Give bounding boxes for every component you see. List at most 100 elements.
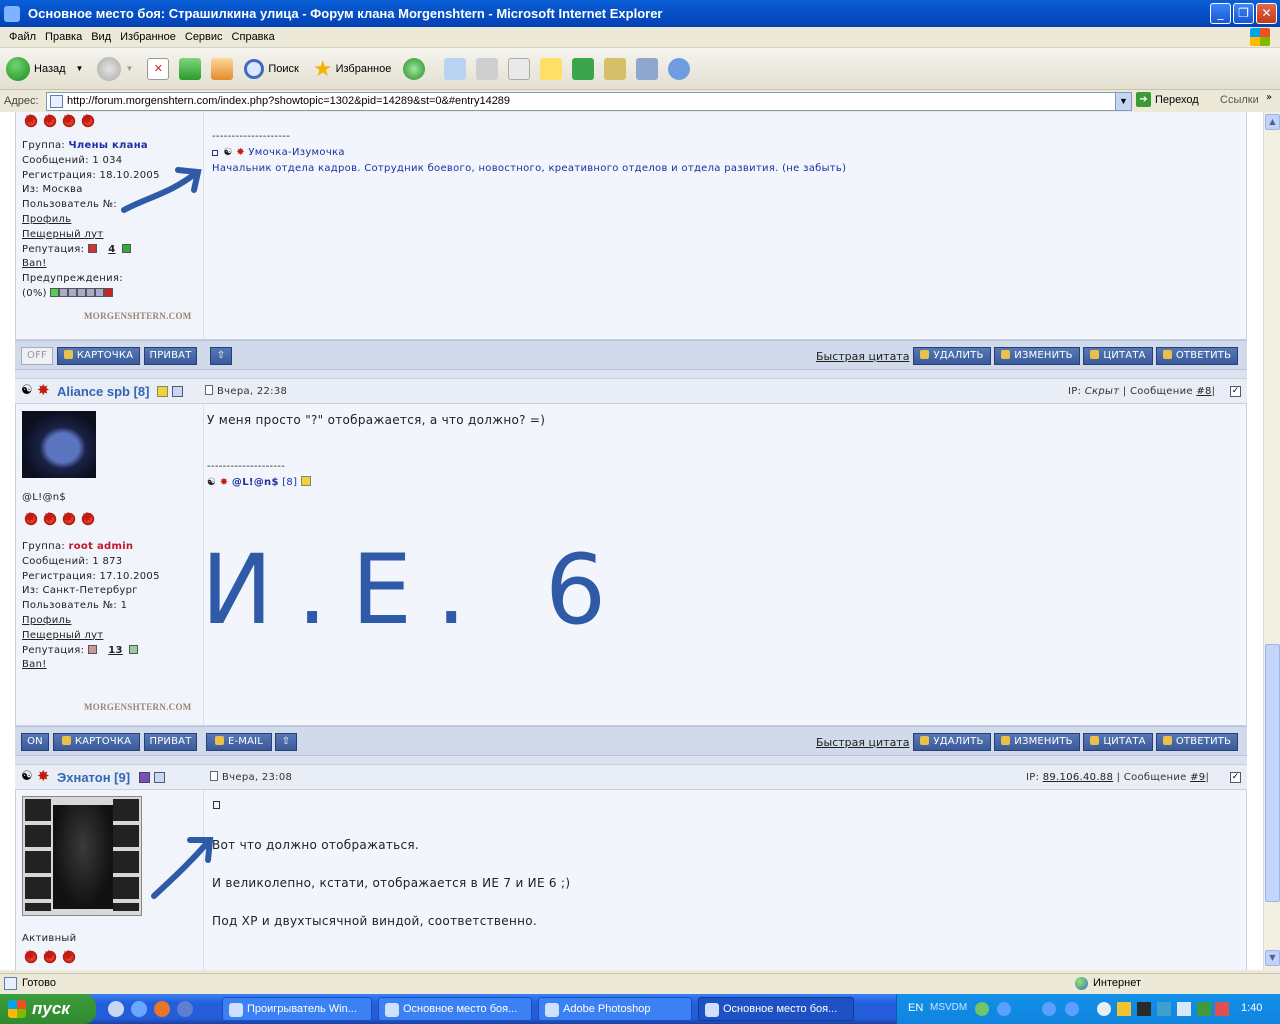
ban-link[interactable]: Ban! — [22, 659, 47, 670]
window-title: Основное место боя: Страшилкина улица - … — [28, 6, 663, 21]
media-icon[interactable] — [177, 1001, 193, 1017]
vertical-scrollbar[interactable]: ▲ ▼ — [1263, 112, 1280, 970]
rep-minus-icon[interactable] — [87, 243, 97, 253]
address-dropdown[interactable]: ▼ — [1115, 93, 1131, 110]
maximize-button[interactable]: ❐ — [1233, 3, 1254, 24]
close-button[interactable]: ✕ — [1256, 3, 1277, 24]
select-checkbox[interactable]: ✓ — [1230, 386, 1241, 397]
menu-favorites[interactable]: Избранное — [120, 31, 176, 43]
task-media-player[interactable]: Проигрыватель Win... — [222, 997, 372, 1021]
message-number-link[interactable]: #8 — [1196, 386, 1211, 397]
quick-quote-link[interactable]: Быстрая цитата — [816, 350, 909, 363]
yin-yang-icon: ☯ — [223, 147, 233, 158]
forward-button[interactable]: ▼ — [97, 56, 133, 81]
ip-link[interactable]: 89.106.40.88 — [1043, 772, 1113, 783]
info-icon[interactable] — [157, 386, 168, 397]
back-button[interactable]: Назад ▼ — [6, 56, 83, 81]
go-button[interactable]: ➔ Переход — [1136, 92, 1199, 107]
email-button[interactable]: E-MAIL — [206, 733, 272, 751]
menu-help[interactable]: Справка — [232, 31, 275, 43]
globe-icon — [1075, 977, 1088, 990]
tray-icon-8[interactable] — [1157, 1002, 1171, 1016]
tray-icon-5[interactable] — [1097, 1002, 1111, 1016]
task-ie-active[interactable]: Основное место боя... — [698, 997, 854, 1021]
system-tray: EN MSVDM 1:40 — [896, 994, 1280, 1024]
research-icon[interactable] — [636, 57, 659, 80]
search-button[interactable]: Поиск — [244, 58, 299, 79]
forum-post-1: Группа: Члены клана Сообщений: 1 034 Рег… — [15, 112, 1247, 340]
profile-link[interactable]: Профиль — [22, 615, 71, 626]
messenger-icon[interactable] — [572, 57, 595, 80]
ie-quicklaunch-icon[interactable] — [131, 1001, 147, 1017]
info-icon[interactable] — [139, 772, 150, 783]
history-icon[interactable] — [403, 57, 426, 80]
firefox-icon[interactable] — [154, 1001, 170, 1017]
message-number-link[interactable]: #9 — [1190, 772, 1205, 783]
refresh-icon[interactable] — [179, 57, 202, 80]
print-icon[interactable] — [476, 57, 499, 80]
post-author-name[interactable]: Aliance spb [8] — [57, 384, 149, 399]
quote-button[interactable]: ЦИТАТА — [1083, 733, 1153, 751]
delete-button[interactable]: УДАЛИТЬ — [913, 347, 991, 365]
scroll-up-button[interactable]: ⇧ — [275, 733, 297, 751]
task-firefox[interactable]: Основное место боя... — [378, 997, 532, 1021]
menu-edit[interactable]: Правка — [45, 31, 82, 43]
scrollbar-thumb[interactable] — [1265, 644, 1280, 902]
edit-icon[interactable] — [508, 57, 531, 80]
delete-button[interactable]: УДАЛИТЬ — [913, 733, 991, 751]
minimize-button[interactable]: _ — [1210, 3, 1231, 24]
reply-button[interactable]: ОТВЕТИТЬ — [1156, 347, 1238, 365]
tray-icon-9[interactable] — [1177, 1002, 1191, 1016]
clock[interactable]: 1:40 — [1241, 1002, 1262, 1014]
scroll-up-button[interactable]: ⇧ — [210, 347, 232, 365]
rep-minus-icon[interactable] — [87, 644, 97, 654]
profile-link[interactable]: Профиль — [22, 214, 71, 225]
card-button[interactable]: КАРТОЧКА — [57, 347, 140, 365]
rep-plus-icon[interactable] — [121, 243, 131, 253]
tray-icon-3[interactable] — [1042, 1002, 1056, 1016]
user-icon[interactable] — [172, 386, 183, 397]
links-toolbar[interactable]: Ссылки — [1220, 94, 1259, 106]
quote-button[interactable]: ЦИТАТА — [1083, 347, 1153, 365]
tray-icon-4[interactable] — [1065, 1002, 1079, 1016]
tray-icon-2[interactable] — [997, 1002, 1011, 1016]
ban-link[interactable]: Ban! — [22, 258, 47, 269]
select-checkbox[interactable]: ✓ — [1230, 772, 1241, 783]
tray-icon-6[interactable] — [1117, 1002, 1131, 1016]
scroll-down-arrow[interactable]: ▼ — [1265, 950, 1280, 966]
language-indicator[interactable]: EN — [908, 1002, 923, 1014]
private-message-button[interactable]: ПРИВАТ — [144, 733, 197, 751]
task-photoshop[interactable]: Adobe Photoshop — [538, 997, 692, 1021]
card-button[interactable]: КАРТОЧКА — [53, 733, 140, 751]
menu-tools[interactable]: Сервис — [185, 31, 223, 43]
favorites-button[interactable]: ★ Избранное — [313, 56, 391, 82]
tray-icon-1[interactable] — [975, 1002, 989, 1016]
stop-icon[interactable]: ✕ — [147, 57, 170, 80]
edit-button[interactable]: ИЗМЕНИТЬ — [994, 733, 1080, 751]
notes-icon[interactable] — [540, 57, 563, 80]
menu-view[interactable]: Вид — [91, 31, 111, 43]
plugin-icon[interactable] — [604, 57, 627, 80]
start-button[interactable]: пуск — [0, 994, 96, 1024]
tray-icon-11[interactable] — [1215, 1002, 1229, 1016]
scroll-up-arrow[interactable]: ▲ — [1265, 114, 1280, 130]
msvdm-label[interactable]: MSVDM — [930, 1002, 967, 1013]
tray-icon-7[interactable] — [1137, 1002, 1151, 1016]
mail-icon[interactable] — [444, 57, 467, 80]
loot-link[interactable]: Пещерный лут — [22, 229, 103, 240]
rep-plus-icon[interactable] — [128, 644, 138, 654]
edit-button[interactable]: ИЗМЕНИТЬ — [994, 347, 1080, 365]
quick-quote-link[interactable]: Быстрая цитата — [816, 736, 909, 749]
reply-button[interactable]: ОТВЕТИТЬ — [1156, 733, 1238, 751]
contacts-icon[interactable] — [668, 57, 691, 80]
loot-link[interactable]: Пещерный лут — [22, 630, 103, 641]
address-input[interactable]: http://forum.morgenshtern.com/index.php?… — [46, 92, 1132, 111]
home-icon[interactable] — [211, 57, 234, 80]
menu-file[interactable]: Файл — [9, 31, 36, 43]
post-author-name[interactable]: Эхнатон [9] — [57, 770, 130, 785]
tray-icon-10[interactable] — [1197, 1002, 1211, 1016]
chevron-right-icon[interactable]: » — [1266, 92, 1272, 103]
user-icon[interactable] — [154, 772, 165, 783]
desktop-icon[interactable] — [108, 1001, 124, 1017]
private-message-button[interactable]: ПРИВАТ — [144, 347, 197, 365]
